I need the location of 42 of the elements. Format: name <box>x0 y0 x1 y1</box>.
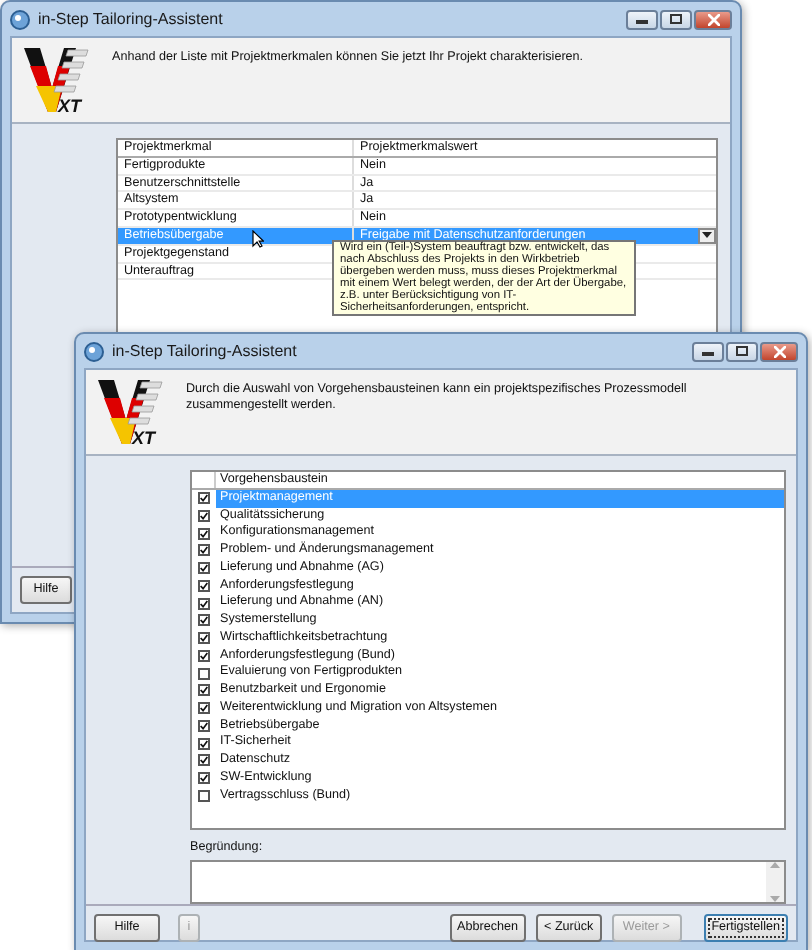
checkbox[interactable] <box>198 509 210 522</box>
checkbox[interactable] <box>198 632 210 645</box>
minimize-icon <box>702 347 714 355</box>
logo-text: XT <box>132 430 156 448</box>
maximize-button[interactable] <box>660 9 692 29</box>
close-icon <box>707 13 719 25</box>
minimize-button[interactable] <box>626 9 658 29</box>
checkbox[interactable] <box>198 737 210 750</box>
checkbox[interactable] <box>198 527 210 540</box>
close-button[interactable] <box>694 9 732 29</box>
checkbox[interactable] <box>198 667 210 680</box>
maximize-icon <box>736 346 748 356</box>
text-area[interactable] <box>190 859 786 904</box>
caret-icon <box>702 232 712 239</box>
checkbox[interactable] <box>198 649 210 662</box>
checkbox[interactable] <box>198 614 210 627</box>
checkbox[interactable] <box>198 754 210 767</box>
scrollbar[interactable] <box>766 861 784 902</box>
checkbox[interactable] <box>198 597 210 610</box>
down-arrow-icon <box>770 895 780 902</box>
checkbox[interactable] <box>198 772 210 785</box>
maximize-icon <box>670 14 682 24</box>
logo-text: XT <box>58 98 82 116</box>
checkbox[interactable] <box>198 702 210 715</box>
app-icon <box>84 341 104 361</box>
maximize-button[interactable] <box>726 341 758 361</box>
checkbox[interactable] <box>198 579 210 592</box>
minimize-icon <box>636 15 648 23</box>
checkbox[interactable] <box>198 719 210 732</box>
checkbox[interactable] <box>198 562 210 575</box>
checkbox[interactable] <box>198 544 210 557</box>
close-button[interactable] <box>760 341 798 361</box>
window-title: in-Step Tailoring-Assistent <box>112 341 297 361</box>
minimize-button[interactable] <box>692 341 724 361</box>
up-arrow-icon <box>770 861 780 868</box>
checkbox[interactable] <box>198 492 210 505</box>
window-title: in-Step Tailoring-Assistent <box>38 9 223 29</box>
checkbox[interactable] <box>198 684 210 697</box>
checkbox[interactable] <box>198 789 210 802</box>
app-icon <box>10 9 30 29</box>
cursor-icon <box>252 230 264 248</box>
close-icon <box>773 345 785 357</box>
